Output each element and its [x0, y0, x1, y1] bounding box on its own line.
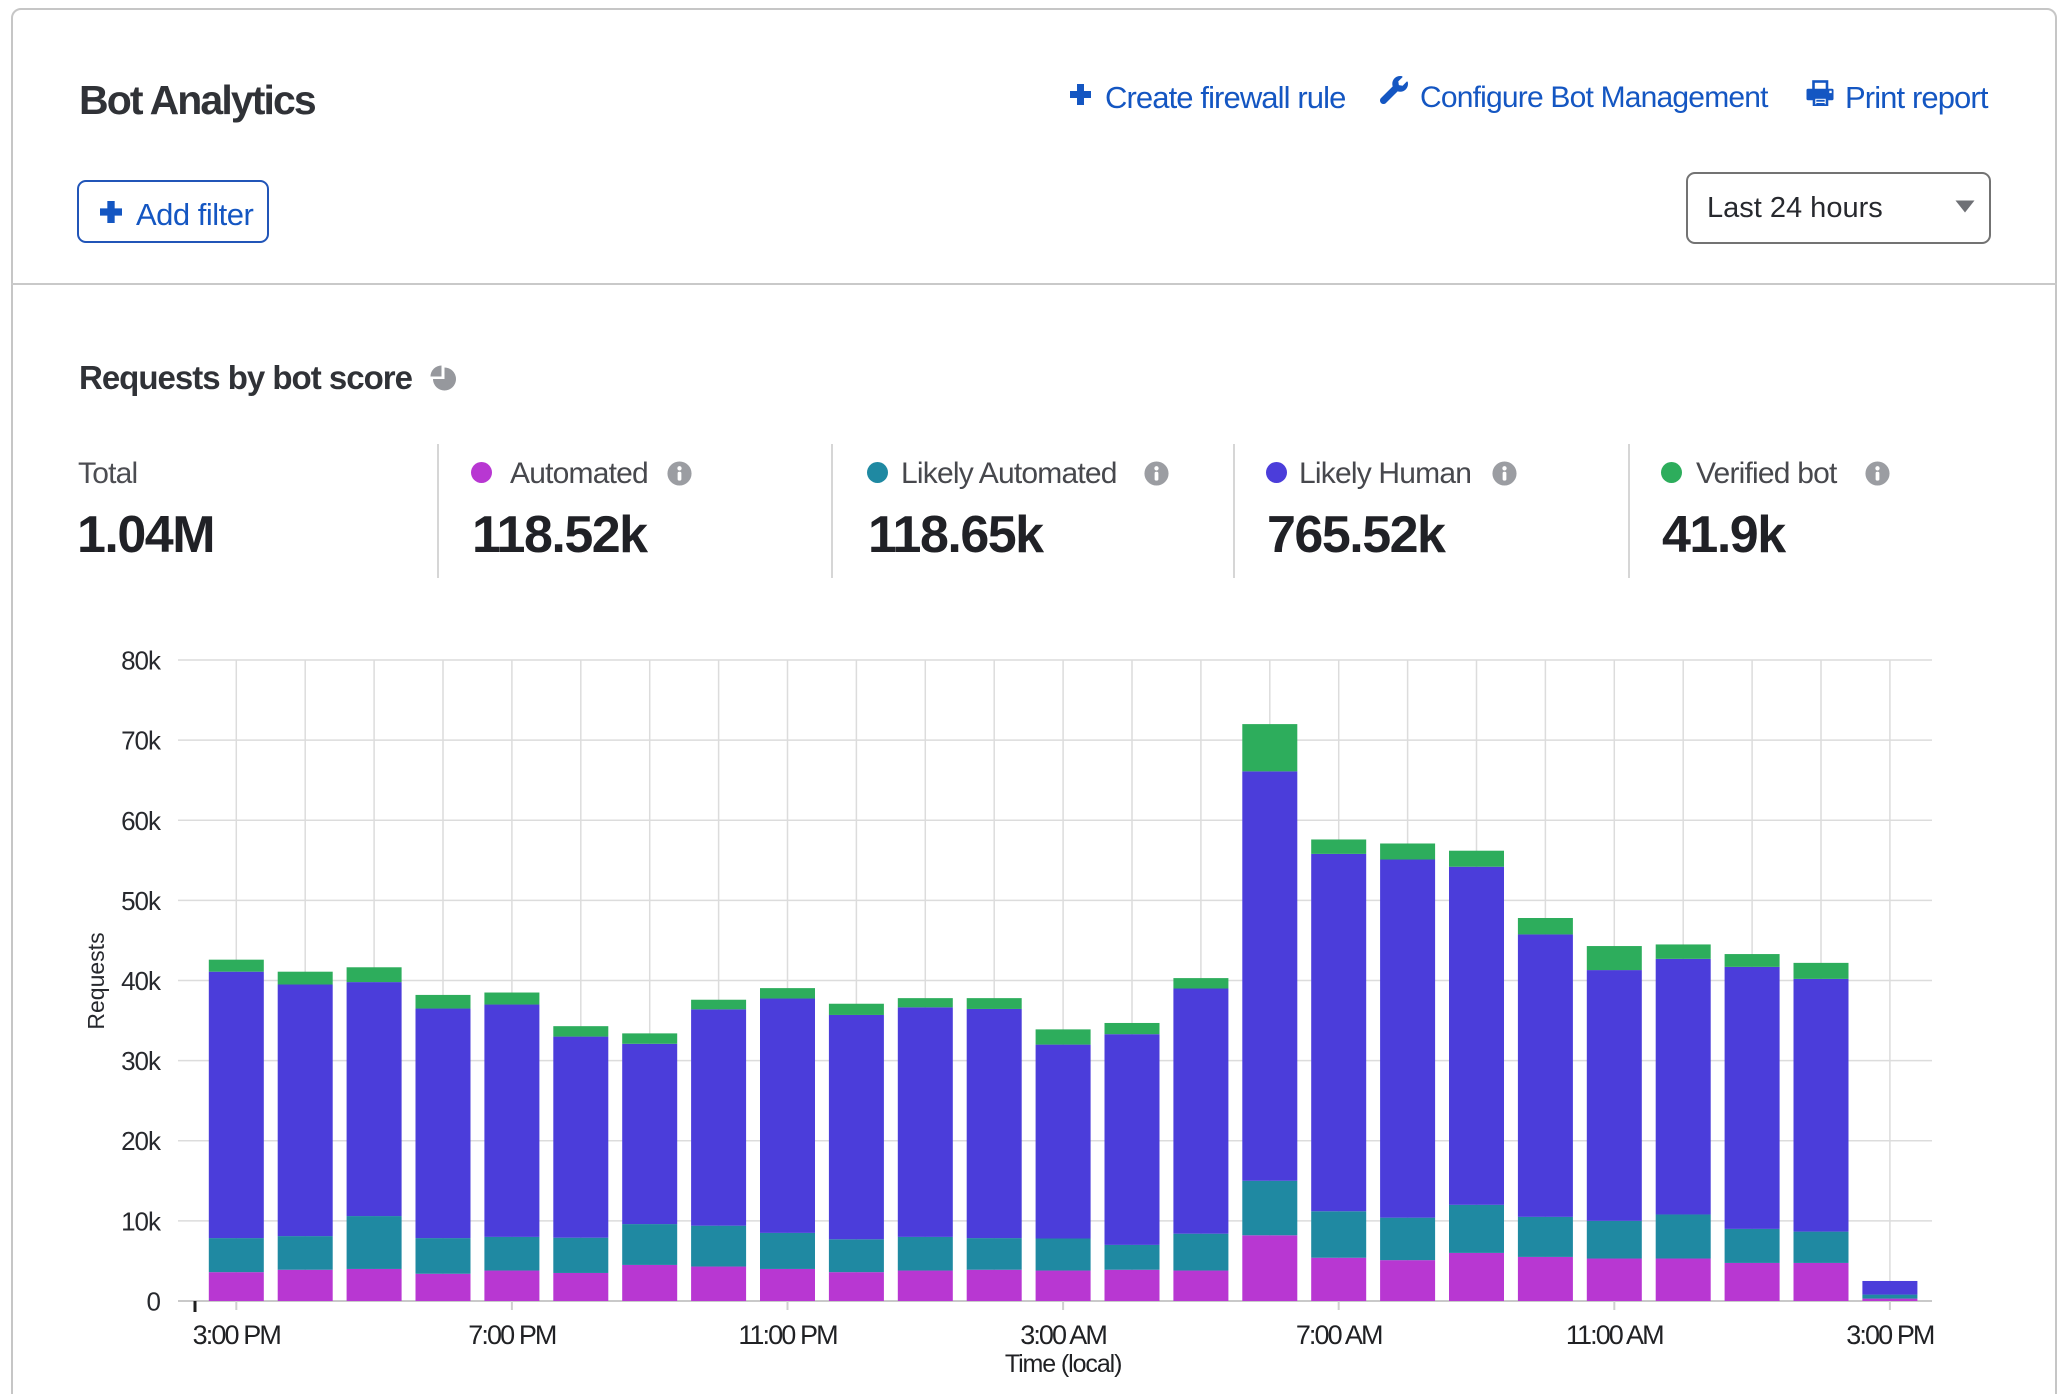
- svg-text:7:00 PM: 7:00 PM: [468, 1320, 556, 1350]
- svg-text:80k: 80k: [121, 646, 162, 676]
- svg-text:40k: 40k: [121, 966, 162, 996]
- svg-text:3:00 PM: 3:00 PM: [1846, 1320, 1934, 1350]
- svg-text:3:00 PM: 3:00 PM: [193, 1320, 281, 1350]
- svg-text:11:00 AM: 11:00 AM: [1566, 1320, 1663, 1350]
- svg-text:30k: 30k: [121, 1046, 162, 1076]
- svg-text:20k: 20k: [121, 1126, 162, 1156]
- svg-text:Requests: Requests: [83, 932, 109, 1029]
- svg-text:Time (local): Time (local): [1005, 1350, 1121, 1378]
- svg-text:50k: 50k: [121, 886, 162, 916]
- svg-text:10k: 10k: [121, 1206, 162, 1236]
- svg-text:0: 0: [147, 1287, 161, 1317]
- svg-text:70k: 70k: [121, 726, 162, 756]
- svg-text:7:00 AM: 7:00 AM: [1296, 1320, 1382, 1350]
- svg-text:60k: 60k: [121, 806, 162, 836]
- svg-text:3:00 AM: 3:00 AM: [1020, 1320, 1106, 1350]
- svg-text:11:00 PM: 11:00 PM: [738, 1320, 837, 1350]
